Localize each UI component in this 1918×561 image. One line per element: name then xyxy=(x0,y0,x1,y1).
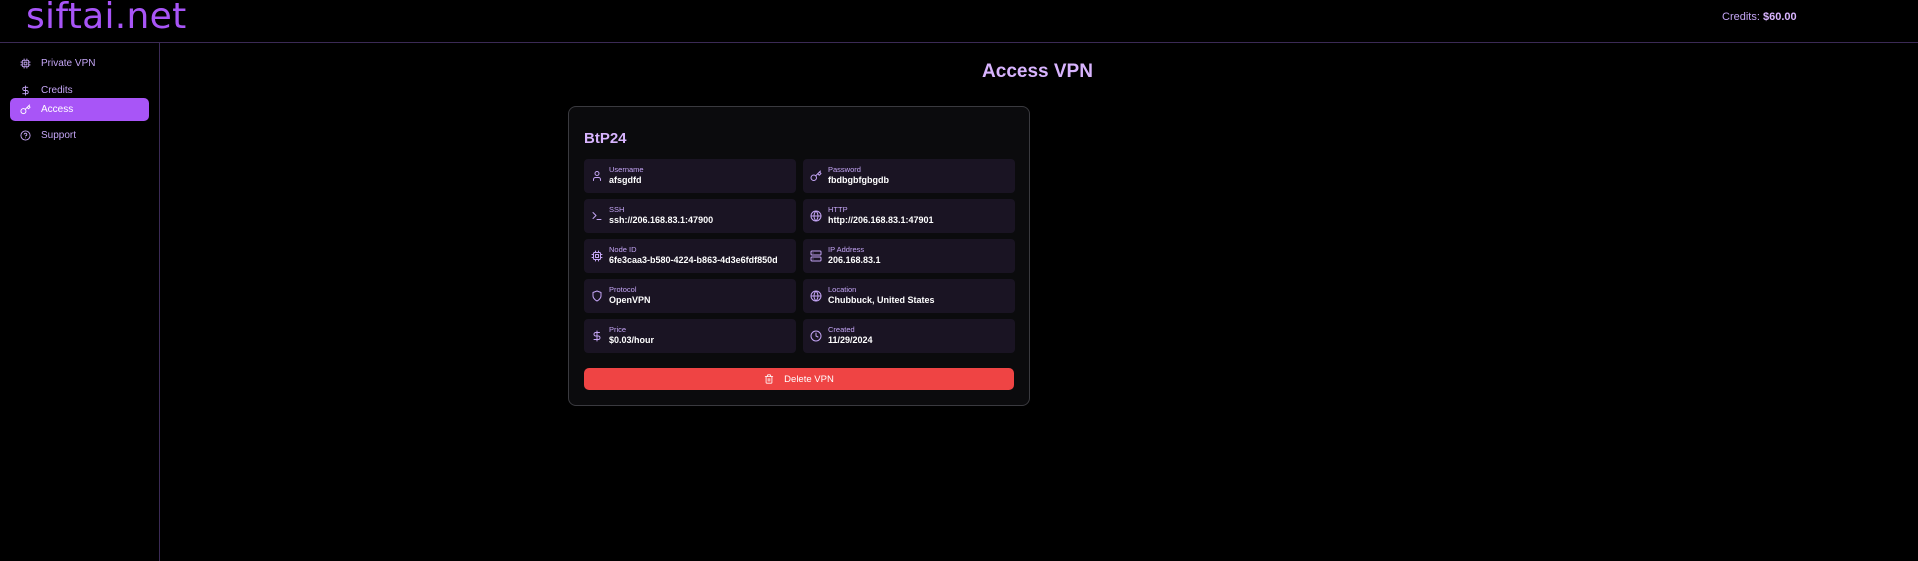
sidebar-item-label: Support xyxy=(41,130,77,141)
field-value: OpenVPN xyxy=(609,294,651,305)
field-label: Password xyxy=(828,165,861,174)
username-field[interactable]: Username afsgdfd xyxy=(584,159,796,193)
field-value: 6fe3caa3-b580-4224-b863-4d3e6fdf850d xyxy=(609,254,778,265)
ip-address-field[interactable]: IP Address 206.168.83.1 xyxy=(803,239,1015,273)
field-value: 11/29/2024 xyxy=(828,334,873,345)
logo[interactable]: siftai.net xyxy=(26,0,187,39)
http-field[interactable]: HTTP http://206.168.83.1:47901 xyxy=(803,199,1015,233)
clock-icon xyxy=(810,330,822,342)
field-value: http://206.168.83.1:47901 xyxy=(828,214,934,225)
field-label: Node ID xyxy=(609,245,637,254)
server-icon xyxy=(810,250,822,262)
dollar-icon xyxy=(591,330,603,342)
trash-icon xyxy=(764,373,775,385)
protocol-field[interactable]: Protocol OpenVPN xyxy=(584,279,796,313)
key-icon xyxy=(810,170,822,182)
credits-balance-value: $60.00 xyxy=(1762,11,1797,23)
field-label: HTTP xyxy=(828,205,848,214)
field-label: Created xyxy=(828,325,855,334)
vpn-name: BtP24 xyxy=(584,130,627,147)
credits-balance: Credits: $60.00 xyxy=(1722,11,1797,23)
field-label: Price xyxy=(609,325,627,334)
delete-vpn-label: Delete VPN xyxy=(784,373,834,385)
created-field[interactable]: Created 11/29/2024 xyxy=(803,319,1015,353)
help-circle-icon xyxy=(19,130,31,142)
cpu-icon xyxy=(591,250,603,262)
terminal-icon xyxy=(591,210,603,222)
cpu-icon xyxy=(19,58,31,70)
sidebar-item-label: Access xyxy=(41,104,74,115)
ssh-field[interactable]: SSH ssh://206.168.83.1:47900 xyxy=(584,199,796,233)
field-value: afsgdfd xyxy=(609,174,642,185)
field-label: Location xyxy=(828,285,857,294)
field-label: IP Address xyxy=(828,245,865,254)
top-bar: siftai.net Credits: $60.00 xyxy=(0,0,1918,43)
field-label: SSH xyxy=(609,205,625,214)
price-field[interactable]: Price $0.03/hour xyxy=(584,319,796,353)
sidebar-item-support[interactable]: Support xyxy=(10,124,149,147)
field-label: Username xyxy=(609,165,644,174)
sidebar-item-label: Credits xyxy=(41,85,73,96)
sidebar: Private VPN Credits Access Support xyxy=(0,43,160,561)
field-value: Chubbuck, United States xyxy=(828,294,935,305)
field-value: 206.168.83.1 xyxy=(828,254,881,265)
field-value: fbdbgbfgbgdb xyxy=(828,174,889,185)
field-value: $0.03/hour xyxy=(609,334,655,345)
sidebar-item-label: Private VPN xyxy=(41,58,96,69)
shield-icon xyxy=(591,290,603,302)
globe-icon xyxy=(810,290,822,302)
dollar-icon xyxy=(19,85,31,97)
node-id-field[interactable]: Node ID 6fe3caa3-b580-4224-b863-4d3e6fdf… xyxy=(584,239,796,273)
key-icon xyxy=(19,104,31,116)
credits-balance-label: Credits: xyxy=(1722,11,1760,23)
delete-vpn-button[interactable]: Delete VPN xyxy=(584,368,1014,390)
user-icon xyxy=(591,170,603,182)
sidebar-item-access[interactable]: Access xyxy=(10,98,149,121)
vpn-card: BtP24 Username afsgdfd Password fbdbgbfg… xyxy=(568,106,1030,406)
globe-icon xyxy=(810,210,822,222)
location-field[interactable]: Location Chubbuck, United States xyxy=(803,279,1015,313)
field-label: Protocol xyxy=(609,285,637,294)
page-title: Access VPN xyxy=(982,61,1093,82)
sidebar-item-private-vpn[interactable]: Private VPN xyxy=(10,52,149,75)
field-value: ssh://206.168.83.1:47900 xyxy=(609,214,714,225)
password-field[interactable]: Password fbdbgbfgbgdb xyxy=(803,159,1015,193)
